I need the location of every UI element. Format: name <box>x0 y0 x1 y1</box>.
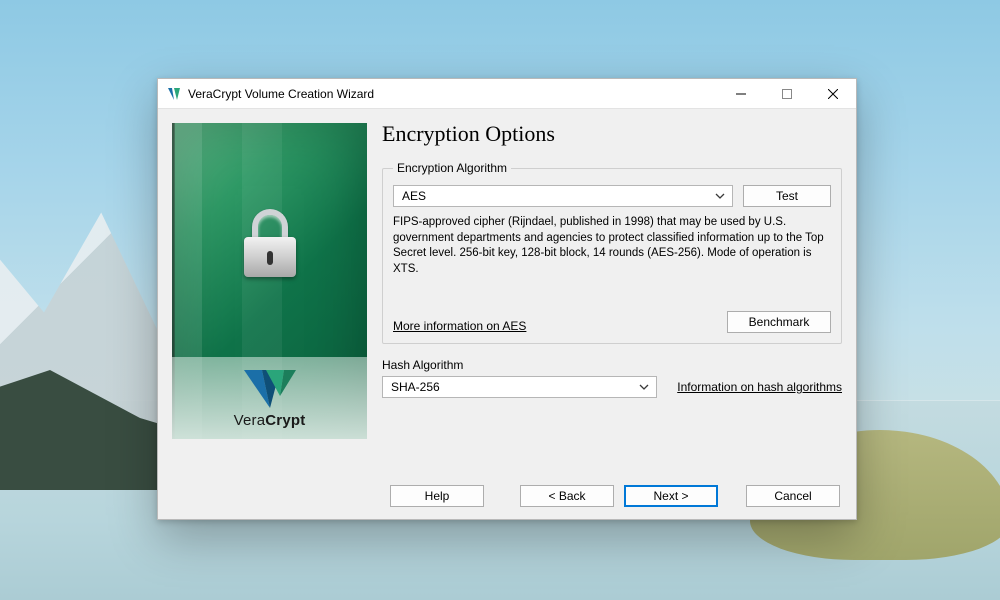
encryption-algorithm-select[interactable]: AES <box>393 185 733 207</box>
cancel-button[interactable]: Cancel <box>746 485 840 507</box>
hash-algorithm-select[interactable]: SHA-256 <box>382 376 657 398</box>
brand-area: VeraCrypt <box>172 357 367 439</box>
encryption-selected-value: AES <box>402 189 426 203</box>
benchmark-button[interactable]: Benchmark <box>727 311 831 333</box>
help-button[interactable]: Help <box>390 485 484 507</box>
wizard-footer: Help < Back Next > Cancel <box>158 473 856 519</box>
encryption-algorithm-group: Encryption Algorithm AES Test FIPS-appro… <box>382 161 842 344</box>
minimize-button[interactable] <box>718 79 764 109</box>
page-title: Encryption Options <box>382 121 842 147</box>
titlebar[interactable]: VeraCrypt Volume Creation Wizard <box>158 79 856 109</box>
wizard-illustration: VeraCrypt <box>172 123 367 439</box>
hash-label: Hash Algorithm <box>382 358 463 372</box>
close-button[interactable] <box>810 79 856 109</box>
next-button[interactable]: Next > <box>624 485 718 507</box>
chevron-down-icon <box>638 381 650 393</box>
window-title: VeraCrypt Volume Creation Wizard <box>188 87 374 101</box>
back-button[interactable]: < Back <box>520 485 614 507</box>
padlock-icon <box>244 209 296 279</box>
hash-info-link[interactable]: Information on hash algorithms <box>677 380 842 394</box>
hash-selected-value: SHA-256 <box>391 380 440 394</box>
app-icon <box>166 86 182 102</box>
brand-name: VeraCrypt <box>234 412 306 429</box>
veracrypt-logo-icon <box>242 368 298 410</box>
test-button[interactable]: Test <box>743 185 831 207</box>
maximize-button[interactable] <box>764 79 810 109</box>
wizard-window: VeraCrypt Volume Creation Wizard <box>157 78 857 520</box>
desktop-wallpaper: VeraCrypt Volume Creation Wizard <box>0 0 1000 600</box>
algorithm-description: FIPS-approved cipher (Rijndael, publishe… <box>393 215 831 301</box>
more-info-link[interactable]: More information on AES <box>393 319 526 333</box>
encryption-legend: Encryption Algorithm <box>393 161 511 175</box>
chevron-down-icon <box>714 190 726 202</box>
